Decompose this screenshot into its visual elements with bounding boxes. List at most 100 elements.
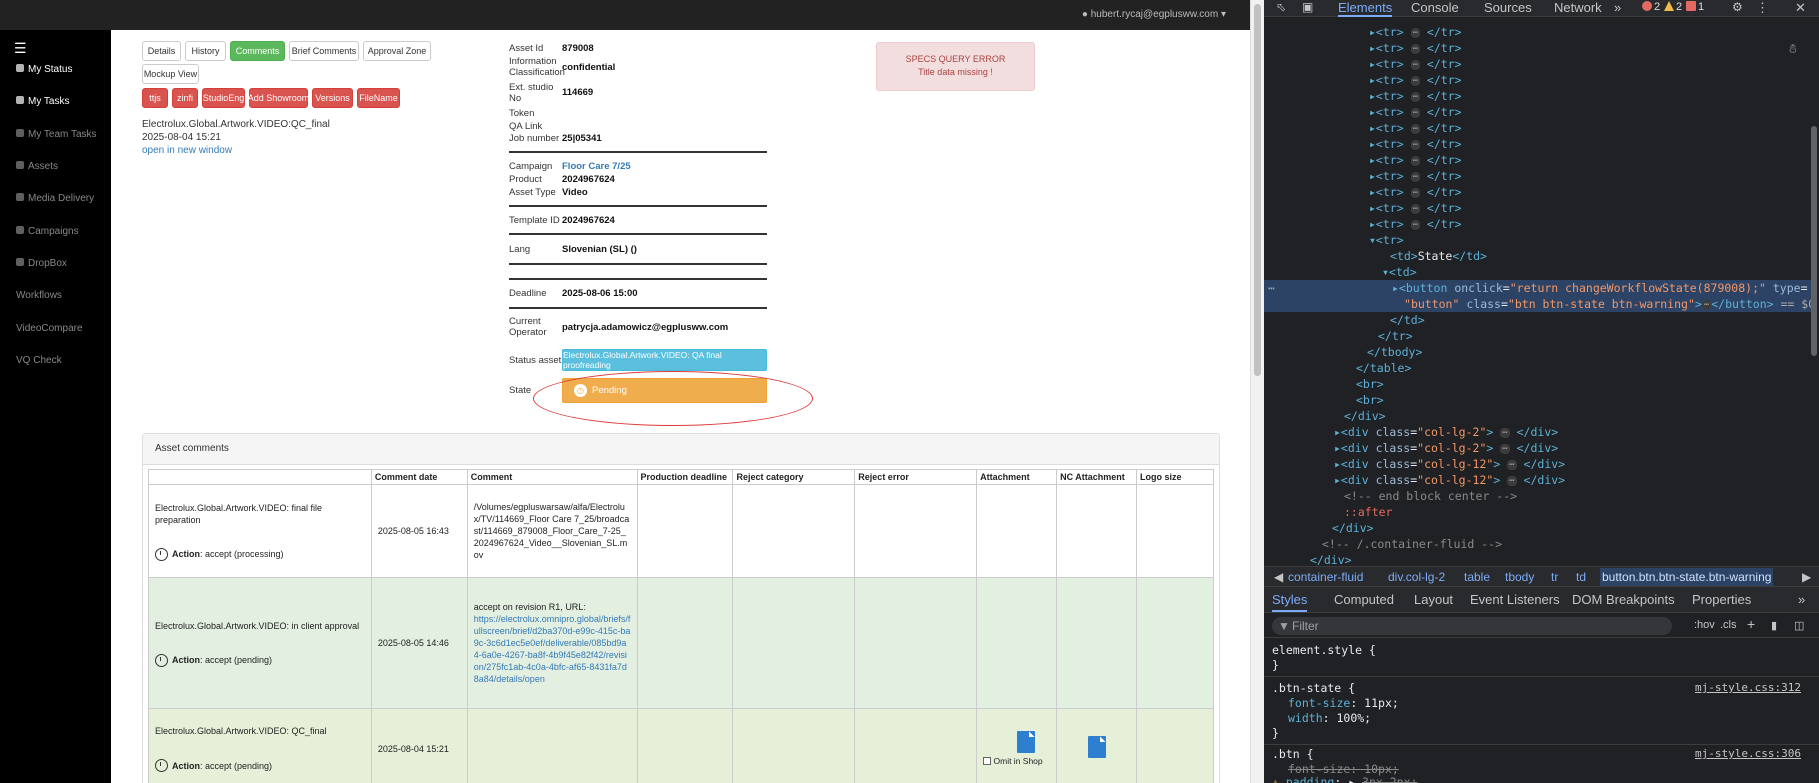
- dom-node[interactable]: ▸<tr> ⋯ </tr>: [1369, 40, 1462, 56]
- dom-node[interactable]: ▾<tr>: [1369, 232, 1404, 248]
- open-new-window-link[interactable]: open in new window: [142, 145, 232, 156]
- zinfi-button[interactable]: zinfi: [172, 88, 198, 108]
- css-source-link[interactable]: mj-style.css:306: [1695, 747, 1801, 760]
- ttjs-button[interactable]: ttjs: [142, 88, 168, 108]
- dom-node[interactable]: ▸<div class="col-lg-2"> ⋯ </div>: [1334, 440, 1558, 456]
- inspect-icon[interactable]: ⬁: [1276, 0, 1286, 14]
- dom-node[interactable]: ▸<tr> ⋯ </tr>: [1369, 56, 1462, 72]
- dom-node[interactable]: ▸<tr> ⋯ </tr>: [1369, 216, 1462, 232]
- sidebar-item-my-status[interactable]: My Status: [16, 64, 72, 75]
- breadcrumb-item-current[interactable]: button.btn.btn-state.btn-warning: [1600, 568, 1774, 586]
- studioeng-button[interactable]: StudioEng: [202, 88, 245, 108]
- dom-node[interactable]: ▸<tr> ⋯ </tr>: [1369, 120, 1462, 136]
- dom-node[interactable]: ▾<td>: [1382, 264, 1417, 280]
- tab-properties[interactable]: Properties: [1692, 592, 1751, 607]
- device-toolbar-icon[interactable]: ▣: [1302, 0, 1313, 14]
- dom-node[interactable]: ▸<tr> ⋯ </tr>: [1369, 168, 1462, 184]
- close-icon[interactable]: ✕: [1795, 0, 1806, 16]
- dom-node[interactable]: ▸<tr> ⋯ </tr>: [1369, 152, 1462, 168]
- css-declaration[interactable]: font-size: 11px;: [1288, 696, 1399, 711]
- dom-node[interactable]: ▸<tr> ⋯ </tr>: [1369, 200, 1462, 216]
- css-rule-selector[interactable]: .btn {: [1272, 747, 1314, 762]
- sidebar-item-my-tasks[interactable]: My Tasks: [16, 96, 70, 107]
- dom-node-selected[interactable]: ▸<button onclick="return changeWorkflowS…: [1392, 280, 1808, 296]
- tab-layout[interactable]: Layout: [1414, 592, 1453, 607]
- sidebar-item-videocompare[interactable]: VideoCompare: [16, 323, 83, 334]
- file-icon[interactable]: [1016, 731, 1035, 753]
- breadcrumb-item[interactable]: td: [1576, 570, 1586, 584]
- cls-toggle[interactable]: .cls: [1720, 619, 1737, 631]
- dom-node[interactable]: <td>State</td>: [1390, 248, 1487, 264]
- css-rule-selector[interactable]: element.style {: [1272, 643, 1376, 658]
- page-scrollbar[interactable]: [1250, 0, 1264, 783]
- dom-node[interactable]: ▸<div class="col-lg-12"> ⋯ </div>: [1334, 456, 1565, 472]
- scrollbar-thumb[interactable]: [1254, 4, 1261, 376]
- dom-node[interactable]: ▸<tr> ⋯ </tr>: [1369, 104, 1462, 120]
- issue-count[interactable]: 1: [1686, 1, 1704, 13]
- tab-dom-breakpoints[interactable]: DOM Breakpoints: [1572, 592, 1675, 607]
- dom-node-selected-cont[interactable]: "button" class="btn btn-state btn-warnin…: [1404, 296, 1815, 312]
- sidebar-item-media-delivery[interactable]: Media Delivery: [16, 193, 94, 204]
- dom-node[interactable]: ▸<tr> ⋯ </tr>: [1369, 72, 1462, 88]
- css-declaration[interactable]: ⚠ padding: ▸ 3px 2px;: [1272, 775, 1417, 783]
- sidebar-item-my-team-tasks[interactable]: My Team Tasks: [16, 129, 97, 140]
- tab-details[interactable]: Details: [142, 41, 181, 61]
- dom-node[interactable]: ▸<tr> ⋯ </tr>: [1369, 184, 1462, 200]
- tab-approval-zone[interactable]: Approval Zone: [363, 41, 431, 61]
- breadcrumb-item[interactable]: tbody: [1505, 570, 1534, 584]
- add-rule-icon[interactable]: +: [1747, 616, 1755, 632]
- tab-comments[interactable]: Comments: [230, 41, 285, 61]
- breadcrumb-item[interactable]: table: [1464, 570, 1490, 584]
- dom-node[interactable]: ▸<div class="col-lg-2"> ⋯ </div>: [1334, 424, 1558, 440]
- tab-network[interactable]: Network: [1554, 0, 1602, 15]
- styles-filter-input[interactable]: ▼ Filter: [1272, 617, 1672, 635]
- sidebar-item-dropbox[interactable]: DropBox: [16, 258, 67, 269]
- css-rule-selector[interactable]: .btn-state {: [1272, 681, 1355, 696]
- dom-node[interactable]: ▸<tr> ⋯ </tr>: [1369, 136, 1462, 152]
- kebab-menu-icon[interactable]: ⋮: [1756, 0, 1769, 16]
- sidebar-item-assets[interactable]: Assets: [16, 161, 58, 172]
- versions-button[interactable]: Versions: [312, 88, 353, 108]
- dom-node[interactable]: ▸<tr> ⋯ </tr>: [1369, 88, 1462, 104]
- tab-brief-comments[interactable]: Brief Comments: [289, 41, 359, 61]
- add-showroom-button[interactable]: Add Showroom: [248, 88, 309, 108]
- filename-button[interactable]: FileName: [357, 88, 400, 108]
- paint-icon[interactable]: ▮: [1771, 619, 1777, 632]
- tab-console[interactable]: Console: [1411, 0, 1459, 15]
- breadcrumb-item[interactable]: tr: [1551, 570, 1558, 584]
- breadcrumb-scroll-left-icon[interactable]: ◀: [1274, 570, 1283, 584]
- file-icon[interactable]: [1087, 736, 1106, 758]
- tab-mockup-view[interactable]: Mockup View: [142, 64, 199, 84]
- breadcrumb-scroll-right-icon[interactable]: ▶: [1802, 570, 1811, 584]
- dom-node[interactable]: <br>: [1356, 392, 1384, 408]
- user-menu[interactable]: ● hubert.rycaj@egplusww.com ▾: [1082, 9, 1226, 20]
- dom-node[interactable]: <br>: [1356, 376, 1384, 392]
- tab-styles[interactable]: Styles: [1272, 592, 1308, 612]
- breadcrumb-item[interactable]: container-fluid: [1288, 570, 1363, 584]
- node-menu-icon[interactable]: ⋯: [1268, 280, 1275, 296]
- tab-elements[interactable]: Elements: [1338, 0, 1393, 17]
- sidebar-toggle-icon[interactable]: ◫: [1794, 619, 1804, 632]
- hov-toggle[interactable]: :hov: [1694, 619, 1715, 631]
- dom-scrollbar[interactable]: [1811, 126, 1817, 356]
- status-asset-badge[interactable]: Electrolux.Global.Artwork.VIDEO: QA fina…: [562, 349, 767, 371]
- tab-event-listeners[interactable]: Event Listeners: [1470, 592, 1560, 607]
- dom-node[interactable]: ▸<div class="col-lg-12"> ⋯ </div>: [1334, 472, 1565, 488]
- sidebar-item-campaigns[interactable]: Campaigns: [16, 226, 79, 237]
- accessibility-icon[interactable]: ☃: [1789, 42, 1797, 57]
- css-source-link[interactable]: mj-style.css:312: [1695, 681, 1801, 694]
- breadcrumb-item[interactable]: div.col-lg-2: [1388, 570, 1445, 584]
- css-declaration[interactable]: width: 100%;: [1288, 711, 1371, 726]
- warning-count[interactable]: 2: [1664, 1, 1682, 13]
- tab-sources[interactable]: Sources: [1484, 0, 1532, 15]
- more-tabs-icon[interactable]: »: [1614, 0, 1621, 15]
- error-count[interactable]: 2: [1642, 1, 1660, 13]
- gear-icon[interactable]: ⚙: [1732, 0, 1743, 14]
- omit-in-shop-checkbox[interactable]: [983, 757, 992, 765]
- more-tabs-icon[interactable]: »: [1798, 592, 1805, 607]
- tab-history[interactable]: History: [185, 41, 226, 61]
- revision-link[interactable]: https://electrolux.omnipro.global/briefs…: [474, 613, 631, 685]
- campaign-link[interactable]: Floor Care 7/25: [562, 161, 631, 172]
- tab-computed[interactable]: Computed: [1334, 592, 1394, 607]
- sidebar-item-workflows[interactable]: Workflows: [16, 290, 62, 301]
